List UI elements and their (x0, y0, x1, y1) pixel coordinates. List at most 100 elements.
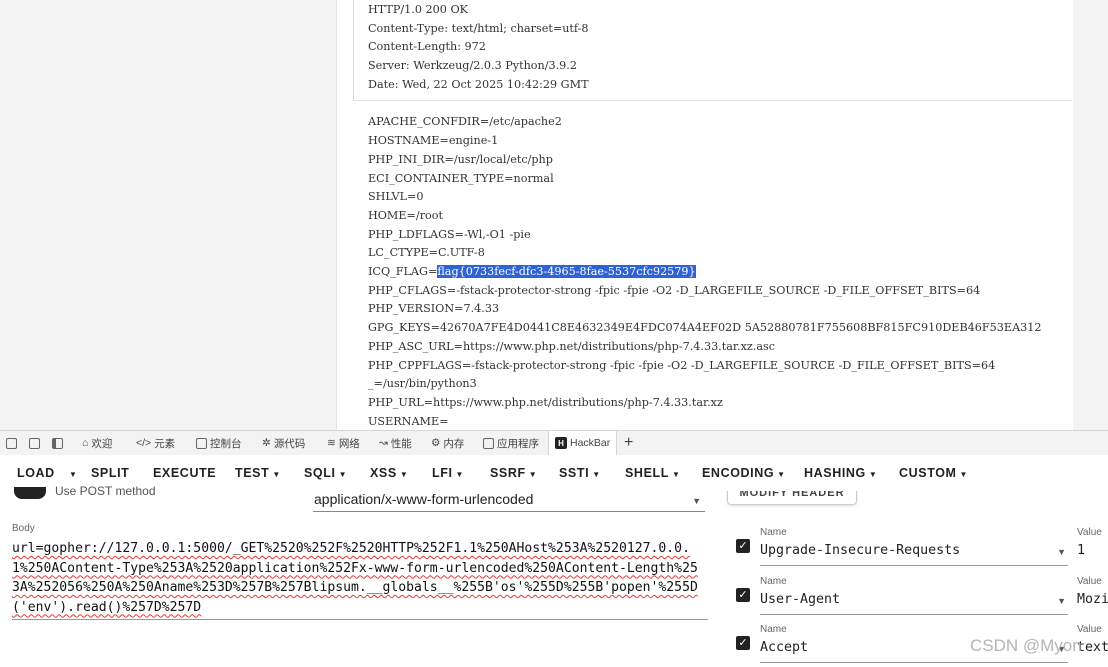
add-tab-icon[interactable]: + (624, 431, 633, 455)
response-line: Content-Type: text/html; charset=utf-8 (368, 22, 589, 35)
response-line: HTTP/1.0 200 OK (368, 3, 468, 16)
menu-ssti[interactable]: SSTI ▼ (559, 466, 601, 480)
response-line: GPG_KEYS=42670A7FE4D0441C8E4632349E4FDC0… (368, 321, 1042, 334)
menu-sqli[interactable]: SQLI ▼ (304, 466, 347, 480)
response-line: PHP_INI_DIR=/usr/local/etc/php (368, 153, 553, 166)
response-line: USERNAME= (368, 415, 449, 428)
header-name-field[interactable]: Upgrade-Insecure-Requests ▼ (760, 543, 1068, 566)
header-name-label: Name (760, 527, 787, 538)
hackbar-panel: LOAD ▼ SPLIT EXECUTE TEST ▼ SQLI ▼ XSS ▼ LF… (0, 455, 1108, 667)
tab-welcome[interactable]: ⌂ 欢迎 (82, 431, 112, 455)
bug-icon: ✲ (262, 437, 271, 449)
header-row: ✓ Name User-Agent ▼ Value Mozi (720, 566, 1108, 615)
response-line: PHP_URL=https://www.php.net/distribution… (368, 396, 723, 409)
menu-test[interactable]: TEST ▼ (235, 466, 281, 480)
inspect-icon[interactable] (29, 431, 40, 455)
caret-down-icon: ▼ (959, 470, 969, 479)
menu-shell[interactable]: SHELL ▼ (625, 466, 681, 480)
tab-memory[interactable]: ⚙ 内存 (431, 431, 464, 455)
response-line: PHP_CFLAGS=-fstack-protector-strong -fpi… (368, 284, 981, 297)
caret-down-icon: ▼ (399, 470, 409, 479)
hackbar-logo-icon: H (555, 437, 567, 449)
header-value-field[interactable]: Mozi (1077, 592, 1108, 607)
body-textarea[interactable]: url=gopher://127.0.0.1:5000/_GET%2520%25… (12, 539, 704, 617)
flag-key: ICQ_FLAG= (368, 265, 438, 278)
caret-down-icon: ▼ (592, 470, 601, 479)
menu-split[interactable]: SPLIT (91, 466, 129, 480)
response-panel: HTTP/1.0 200 OK Content-Type: text/html;… (336, 0, 1074, 430)
caret-down-icon: ▼ (777, 470, 786, 479)
post-method-toggle[interactable] (14, 487, 46, 499)
browser-page: HTTP/1.0 200 OK Content-Type: text/html;… (0, 0, 1108, 430)
dropdown-arrow-icon: ▼ (1057, 596, 1066, 606)
body-underline (12, 619, 708, 620)
request-body-section: Use POST method application/x-www-form-u… (0, 484, 710, 667)
enctype-select[interactable]: application/x-www-form-urlencoded ▼ (313, 491, 705, 512)
response-line: LC_CTYPE=C.UTF-8 (368, 246, 485, 259)
menu-hashing[interactable]: HASHING ▼ (804, 466, 877, 480)
response-line: PHP_VERSION=7.4.33 (368, 302, 500, 315)
response-line: SHLVL=0 (368, 190, 424, 203)
response-line: PHP_ASC_URL=https://www.php.net/distribu… (368, 340, 776, 353)
tab-network[interactable]: ≋ 网络 (327, 431, 360, 455)
response-line: HOME=/root (368, 209, 444, 222)
modify-header-button[interactable]: MODIFY HEADER (727, 491, 857, 505)
console-icon (196, 437, 207, 449)
caret-down-icon: ▼ (455, 470, 465, 479)
dropdown-arrow-icon: ▼ (692, 496, 701, 506)
page-scrollbar[interactable] (1073, 0, 1108, 430)
watermark: CSDN @Myon (970, 636, 1082, 655)
response-line: HOSTNAME=engine-1 (368, 134, 499, 147)
caret-down-icon: ▼ (338, 470, 348, 479)
menu-execute[interactable]: EXECUTE (153, 466, 216, 480)
post-method-label: Use POST method (55, 484, 156, 498)
body-label: Body (12, 523, 35, 534)
caret-down-icon: ▼ (272, 470, 281, 479)
menu-ssrf[interactable]: SSRF ▼ (490, 466, 537, 480)
dock-side-icon[interactable] (52, 431, 63, 455)
menu-load[interactable]: LOAD (17, 466, 55, 480)
menu-xss[interactable]: XSS ▼ (370, 466, 408, 480)
response-line: APACHE_CONFDIR=/etc/apache2 (368, 115, 562, 128)
header-row: ✓ Name Upgrade-Insecure-Requests ▼ Value … (720, 517, 1108, 566)
memory-icon: ⚙ (431, 437, 441, 449)
wifi-icon: ≋ (327, 437, 336, 449)
application-icon (483, 437, 494, 449)
header-checkbox[interactable]: ✓ (736, 636, 750, 650)
device-emulation-icon[interactable] (6, 431, 17, 455)
tab-sources[interactable]: ✲ 源代码 (262, 431, 305, 455)
response-line: PHP_LDFLAGS=-Wl,-O1 -pie (368, 228, 531, 241)
dropdown-arrow-icon: ▼ (1057, 547, 1066, 557)
tab-performance[interactable]: ↝ 性能 (379, 431, 412, 455)
flag-highlight: flag{0733fecf-dfc3-4965-8fae-5537cfc9257… (437, 265, 696, 278)
response-line-flag: ICQ_FLAG=flag{0733fecf-dfc3-4965-8fae-55… (368, 265, 696, 279)
header-value-label: Value (1077, 576, 1102, 587)
menu-custom[interactable]: CUSTOM ▼ (899, 466, 968, 480)
header-name-label: Name (760, 576, 787, 587)
tab-elements[interactable]: </> 元素 (136, 431, 175, 455)
menu-lfi[interactable]: LFI ▼ (432, 466, 464, 480)
caret-down-icon: ▼ (528, 470, 538, 479)
caret-down-icon: ▼ (671, 470, 681, 479)
response-line: Content-Length: 972 (368, 40, 486, 53)
hackbar-menu: LOAD ▼ SPLIT EXECUTE TEST ▼ SQLI ▼ XSS ▼ LF… (0, 455, 1108, 491)
response-line: PHP_CPPFLAGS=-fstack-protector-strong -f… (368, 359, 996, 372)
response-line: Server: Werkzeug/2.0.3 Python/3.9.2 (368, 59, 577, 72)
header-checkbox[interactable]: ✓ (736, 588, 750, 602)
menu-encoding[interactable]: ENCODING ▼ (702, 466, 786, 480)
response-line: ECI_CONTAINER_TYPE=normal (368, 172, 554, 185)
tab-application[interactable]: 应用程序 (483, 431, 539, 455)
header-value-label: Value (1077, 527, 1102, 538)
header-name-field[interactable]: User-Agent ▼ (760, 592, 1068, 615)
header-value-field[interactable]: 1 (1077, 543, 1108, 558)
header-name-label: Name (760, 624, 787, 635)
caret-down-icon: ▼ (868, 470, 878, 479)
devtools-tab-bar: ⌂ 欢迎 </> 元素 控制台 ✲ 源代码 ≋ 网络 ↝ 性能 ⚙ 内存 应用程序 H Hac… (0, 430, 1108, 456)
tab-console[interactable]: 控制台 (196, 431, 242, 455)
tab-hackbar[interactable]: H HackBar (548, 431, 618, 455)
response-line: _=/usr/bin/python3 (368, 377, 477, 390)
menu-load-dropdown[interactable]: ▼ (66, 466, 78, 480)
performance-icon: ↝ (379, 437, 388, 449)
header-checkbox[interactable]: ✓ (736, 539, 750, 553)
home-icon: ⌂ (82, 437, 89, 449)
